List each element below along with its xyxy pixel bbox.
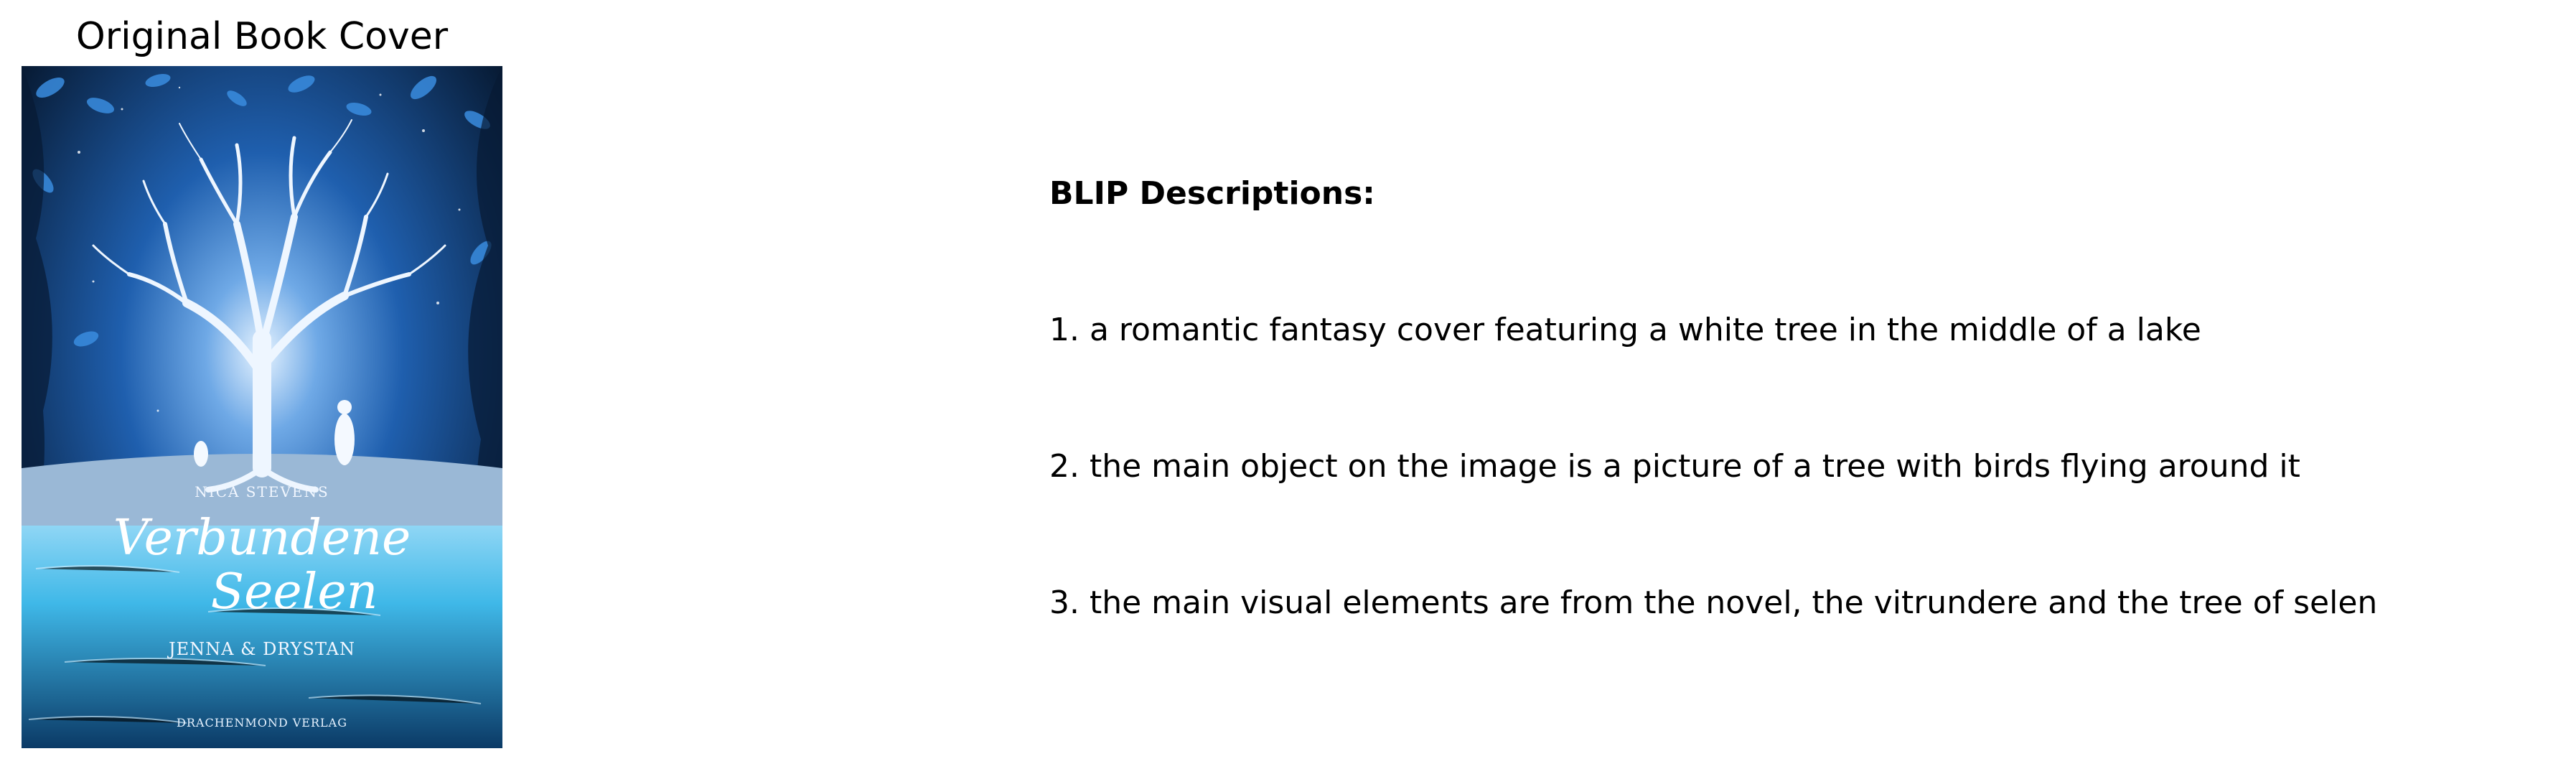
cover-publisher-text: DRACHENMOND VERLAG (177, 716, 347, 730)
description-item-2: 2. the main object on the image is a pic… (1049, 448, 2300, 485)
cover-author-text: NICA STEVENS (195, 483, 329, 500)
cover-title-line-1: Verbundene (113, 510, 411, 567)
cover-title-line-2: Seelen (211, 564, 378, 620)
descriptions-heading: BLIP Descriptions: (1049, 175, 1375, 212)
description-item-3: 3. the main visual elements are from the… (1049, 584, 2378, 621)
cover-subtitle-text: JENNA & DRYSTAN (167, 639, 355, 659)
cover-panel-title: Original Book Cover (75, 15, 449, 58)
book-cover-image: NICA STEVENS Verbundene Seelen JENNA & D… (22, 66, 502, 748)
description-item-1: 1. a romantic fantasy cover featuring a … (1049, 312, 2201, 348)
